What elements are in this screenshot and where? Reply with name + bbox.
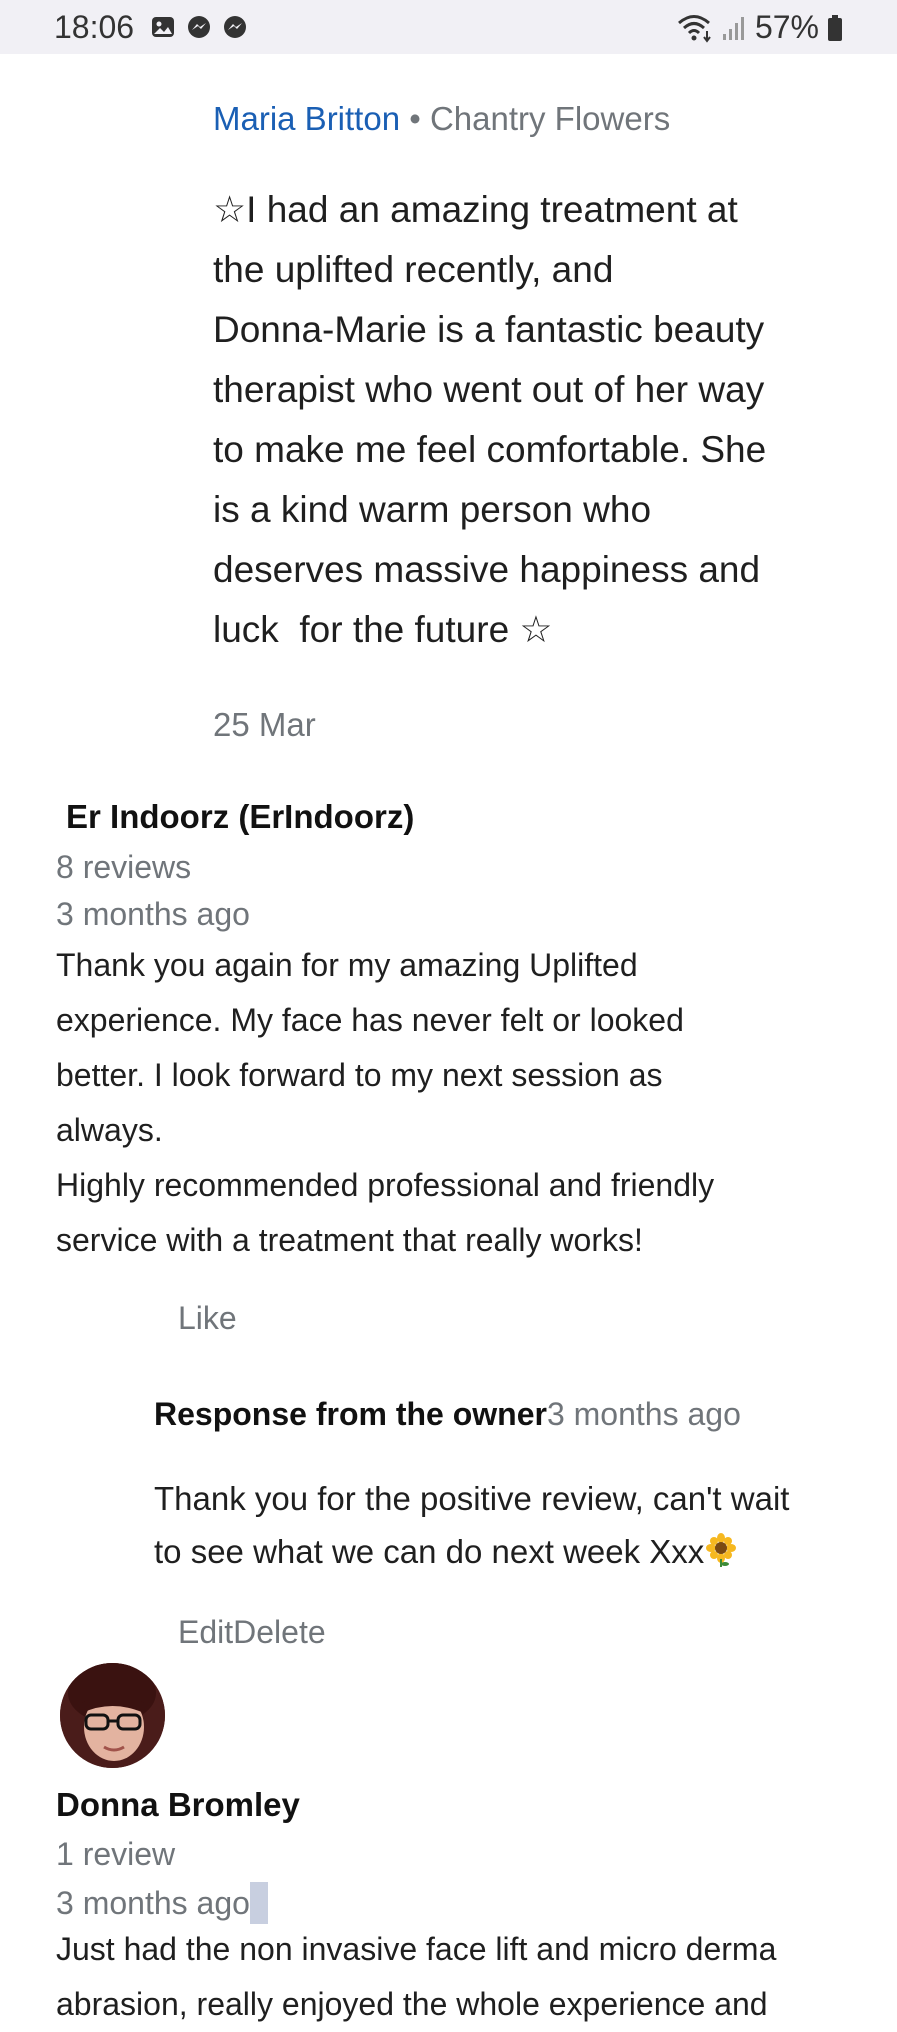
sunflower-icon [706, 1533, 737, 1567]
review-time: 3 months ago [56, 896, 250, 932]
review-line: Thank you again for my amazing Uplifted [56, 947, 638, 983]
reply-author-link[interactable]: Maria Britton [213, 100, 400, 137]
status-bar: 18:06 57% [0, 0, 897, 54]
review-line: service with a treatment that really wor… [56, 1222, 643, 1258]
reviewer-name[interactable]: Er Indoorz (ErIndoorz) [66, 798, 414, 836]
review-line: Highly recommended professional and frie… [56, 1167, 715, 1203]
notification-icons [150, 14, 248, 40]
reply-date: 25 Mar [213, 706, 316, 743]
reply-separator: • [409, 100, 421, 137]
review-text: Thank you again for my amazing Uplifted … [56, 938, 856, 1268]
review-text: Just had the non invasive face lift and … [56, 1922, 856, 2032]
avatar-photo [60, 1663, 165, 1768]
owner-response-line: Thank you for the positive review, can't… [154, 1480, 790, 1517]
wifi-icon [677, 14, 711, 43]
owner-response-text: Thank you for the positive review, can't… [154, 1472, 854, 1578]
reply-line: Donna-Marie is a fantastic beauty [213, 309, 765, 350]
reply-line: the uplifted recently, and [213, 249, 614, 290]
review-line: better. I look forward to my next sessio… [56, 1057, 663, 1093]
reviewer-name[interactable]: Donna Bromley [56, 1786, 300, 1824]
status-time: 18:06 [54, 9, 135, 45]
edit-button[interactable]: Edit [178, 1614, 233, 1650]
review-line: Just had the non invasive face lift and … [56, 1931, 777, 1967]
battery-percent: 57% [754, 9, 819, 45]
review-line: always. [56, 1112, 163, 1148]
review-line: abrasion, really enjoyed the whole exper… [56, 1986, 768, 2022]
review-count: 8 reviews [56, 849, 192, 885]
reply-body: ☆I had an amazing treatment at the uplif… [213, 180, 853, 660]
like-button[interactable]: Like [178, 1300, 237, 1337]
reply-header: Maria Britton • Chantry Flowers [213, 100, 670, 138]
owner-response-label: Response from the owner [154, 1396, 547, 1432]
reply-line: deserves massive happiness and [213, 549, 761, 590]
messenger-icon [224, 16, 246, 38]
owner-response-time: 3 months ago [546, 1396, 741, 1432]
delete-button[interactable]: Delete [233, 1614, 326, 1650]
review-time: 3 months ago [56, 1885, 250, 1921]
owner-response-line-text: to see what we can do next week Xxx [154, 1533, 705, 1570]
text-selection-cursor [249, 1882, 268, 1924]
review-time-row: 3 months ago [56, 1882, 268, 1924]
owner-actions: EditDelete [178, 1614, 326, 1651]
messenger-icon [188, 16, 210, 38]
review-line: experience. My face has never felt or lo… [56, 1002, 684, 1038]
reply-line: ☆I had an amazing treatment at [213, 189, 738, 230]
owner-response-header: Response from the owner3 months ago [154, 1396, 741, 1433]
gallery-icon [152, 17, 174, 37]
reply-line: therapist who went out of her way [213, 369, 765, 410]
signal-icon [722, 16, 744, 40]
reply-line: to make me feel comfortable. She [213, 429, 767, 470]
status-right: 57% [677, 9, 843, 46]
review-count: 1 review [56, 1836, 176, 1872]
reply-line: luck for the future ☆ [213, 609, 553, 650]
avatar[interactable] [60, 1663, 165, 1768]
reply-line: is a kind warm person who [213, 489, 652, 530]
battery-icon [828, 14, 842, 41]
reply-business: Chantry Flowers [429, 100, 671, 137]
owner-response-line-2: to see what we can do next week Xxx [154, 1525, 854, 1578]
